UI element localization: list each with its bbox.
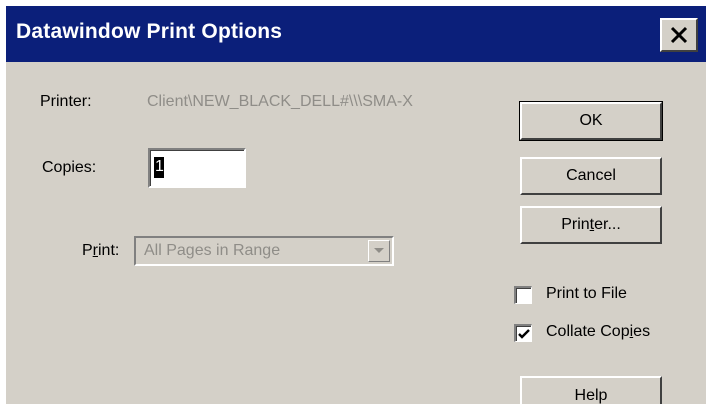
chevron-down-icon — [374, 248, 384, 253]
printer-button-part: er... — [594, 216, 621, 233]
title-bar[interactable]: Datawindow Print Options — [6, 6, 706, 62]
copies-input[interactable]: 1 — [148, 148, 246, 188]
print-to-file-label[interactable]: Print to File — [546, 285, 627, 303]
help-button[interactable]: Help — [520, 376, 662, 404]
dropdown-button[interactable] — [368, 240, 390, 262]
collate-label-part: es — [633, 323, 651, 340]
collate-label-part: Collate Cop — [546, 323, 630, 340]
print-to-file-checkbox[interactable] — [514, 286, 532, 304]
print-range-select[interactable]: All Pages in Range — [134, 236, 394, 266]
ok-button[interactable]: OK — [519, 101, 663, 141]
printer-name: Client\NEW_BLACK_DELL#\\\SMA-X — [147, 93, 413, 110]
copies-value: 1 — [155, 158, 164, 175]
close-icon — [670, 26, 688, 44]
printer-button-part: Prin — [561, 216, 590, 233]
print-options-dialog: Datawindow Print Options Printer: Client… — [4, 4, 706, 404]
close-button[interactable] — [660, 18, 698, 52]
collate-copies-label[interactable]: Collate Copies — [546, 323, 650, 341]
printer-button[interactable]: Prin t er... — [520, 206, 662, 244]
copies-label: Copies: — [42, 159, 97, 176]
print-range-label: Print: — [82, 242, 119, 260]
printer-label: Printer: — [40, 93, 92, 110]
checkmark-icon — [517, 328, 530, 339]
dialog-title: Datawindow Print Options — [16, 20, 283, 43]
print-label-part: P — [82, 242, 93, 259]
print-label-part: int: — [98, 242, 120, 259]
collate-copies-checkbox[interactable] — [514, 324, 532, 342]
cancel-button[interactable]: Cancel — [520, 157, 662, 195]
print-range-value: All Pages in Range — [144, 242, 281, 259]
